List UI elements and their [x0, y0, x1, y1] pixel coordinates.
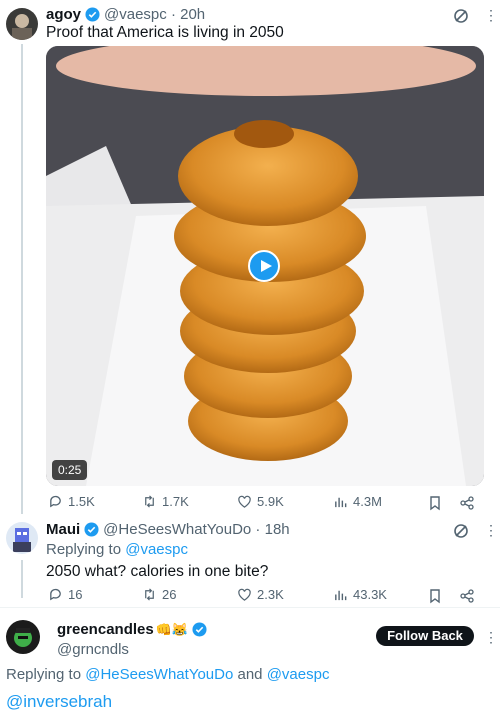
timestamp[interactable]: 18h	[265, 521, 290, 538]
like-button[interactable]: 2.3K	[237, 587, 284, 602]
tweet-header: Maui @HeSeesWhatYouDo · 18h	[46, 521, 290, 538]
retweet-button[interactable]: 26	[142, 587, 176, 602]
tweet-greencandles[interactable]: greencandles 👊😹 @grncndls Replying to @H…	[0, 608, 500, 715]
emoji-icons: 👊😹	[155, 621, 189, 637]
timestamp[interactable]: 20h	[180, 6, 205, 23]
replying-to-link[interactable]: @vaespc	[267, 666, 330, 683]
video-duration: 0:25	[52, 460, 88, 480]
more-icon[interactable]: ⋮	[484, 7, 500, 25]
verified-badge-icon	[84, 522, 99, 537]
heart-icon	[238, 495, 251, 508]
views-icon	[335, 497, 347, 508]
view-count: 43.3K	[353, 587, 387, 602]
handle[interactable]: @grncndls	[57, 641, 129, 658]
retweet-icon	[145, 495, 154, 508]
replying-to: Replying to @vaespc	[46, 541, 188, 558]
follow-back-button[interactable]: Follow Back	[376, 626, 474, 646]
display-name[interactable]: greencandles	[57, 621, 154, 638]
reply-count: 1.5K	[68, 494, 95, 509]
replying-to-link[interactable]: @HeSeesWhatYouDo	[85, 666, 233, 683]
handle[interactable]: @HeSeesWhatYouDo	[103, 521, 251, 538]
action-bar: 1.5K 1.7K 5.9K 4.3M	[0, 494, 500, 514]
verified-badge-icon	[85, 7, 100, 22]
separator-dot: ·	[166, 6, 181, 23]
avatar[interactable]	[6, 522, 38, 554]
tweet-maui[interactable]: Maui @HeSeesWhatYouDo · 18h ⋮ Replying t…	[0, 514, 500, 608]
tweet-header: greencandles 👊😹	[57, 621, 211, 638]
display-name[interactable]: Maui	[46, 521, 80, 538]
more-icon[interactable]: ⋮	[484, 629, 498, 646]
replying-prefix: Replying to	[6, 666, 82, 683]
reply-icon	[50, 588, 61, 601]
views-icon	[335, 590, 347, 601]
separator-dot: ·	[251, 521, 265, 538]
display-name[interactable]: agoy	[46, 6, 81, 23]
action-bar: 16 26 2.3K 43.3K	[0, 587, 500, 607]
bookmark-icon[interactable]	[427, 588, 443, 604]
play-button-icon[interactable]	[248, 250, 280, 282]
handle[interactable]: @vaespc	[104, 6, 167, 23]
replying-and: and	[237, 666, 263, 683]
replying-to: Replying to @HeSeesWhatYouDo and @vaespc	[6, 666, 329, 683]
grok-icon[interactable]	[452, 522, 470, 540]
tweet-agoy[interactable]: agoy @vaespc · 20h ⋮ Proof that America …	[0, 0, 500, 514]
avatar[interactable]	[6, 620, 40, 654]
bookmark-icon[interactable]	[427, 495, 443, 511]
share-icon[interactable]	[459, 588, 475, 604]
more-icon[interactable]: ⋮	[484, 522, 500, 540]
avatar[interactable]	[6, 8, 38, 40]
reply-icon	[50, 495, 61, 508]
replying-to-link[interactable]: @vaespc	[125, 541, 188, 558]
retweet-icon	[145, 588, 154, 601]
reply-button[interactable]: 16	[48, 587, 82, 602]
view-count: 4.3M	[353, 494, 382, 509]
like-count: 2.3K	[257, 587, 284, 602]
tweet-header: agoy @vaespc · 20h	[46, 6, 205, 23]
verified-badge-icon	[192, 622, 207, 637]
retweet-count: 1.7K	[162, 494, 189, 509]
replying-prefix: Replying to	[46, 541, 122, 558]
reply-button[interactable]: 1.5K	[48, 494, 95, 509]
share-icon[interactable]	[459, 495, 475, 511]
like-count: 5.9K	[257, 494, 284, 509]
like-button[interactable]: 5.9K	[237, 494, 284, 509]
tweet-text: 2050 what? calories in one bite?	[46, 563, 269, 580]
reply-count: 16	[68, 587, 83, 602]
views-button[interactable]: 43.3K	[333, 587, 387, 602]
grok-icon[interactable]	[452, 7, 470, 25]
tweet-text: Proof that America is living in 2050	[46, 24, 284, 41]
mention-link[interactable]: @inversebrah	[6, 692, 112, 712]
heart-icon	[238, 588, 251, 601]
views-button[interactable]: 4.3M	[333, 494, 382, 509]
retweet-count: 26	[162, 587, 177, 602]
retweet-button[interactable]: 1.7K	[142, 494, 189, 509]
